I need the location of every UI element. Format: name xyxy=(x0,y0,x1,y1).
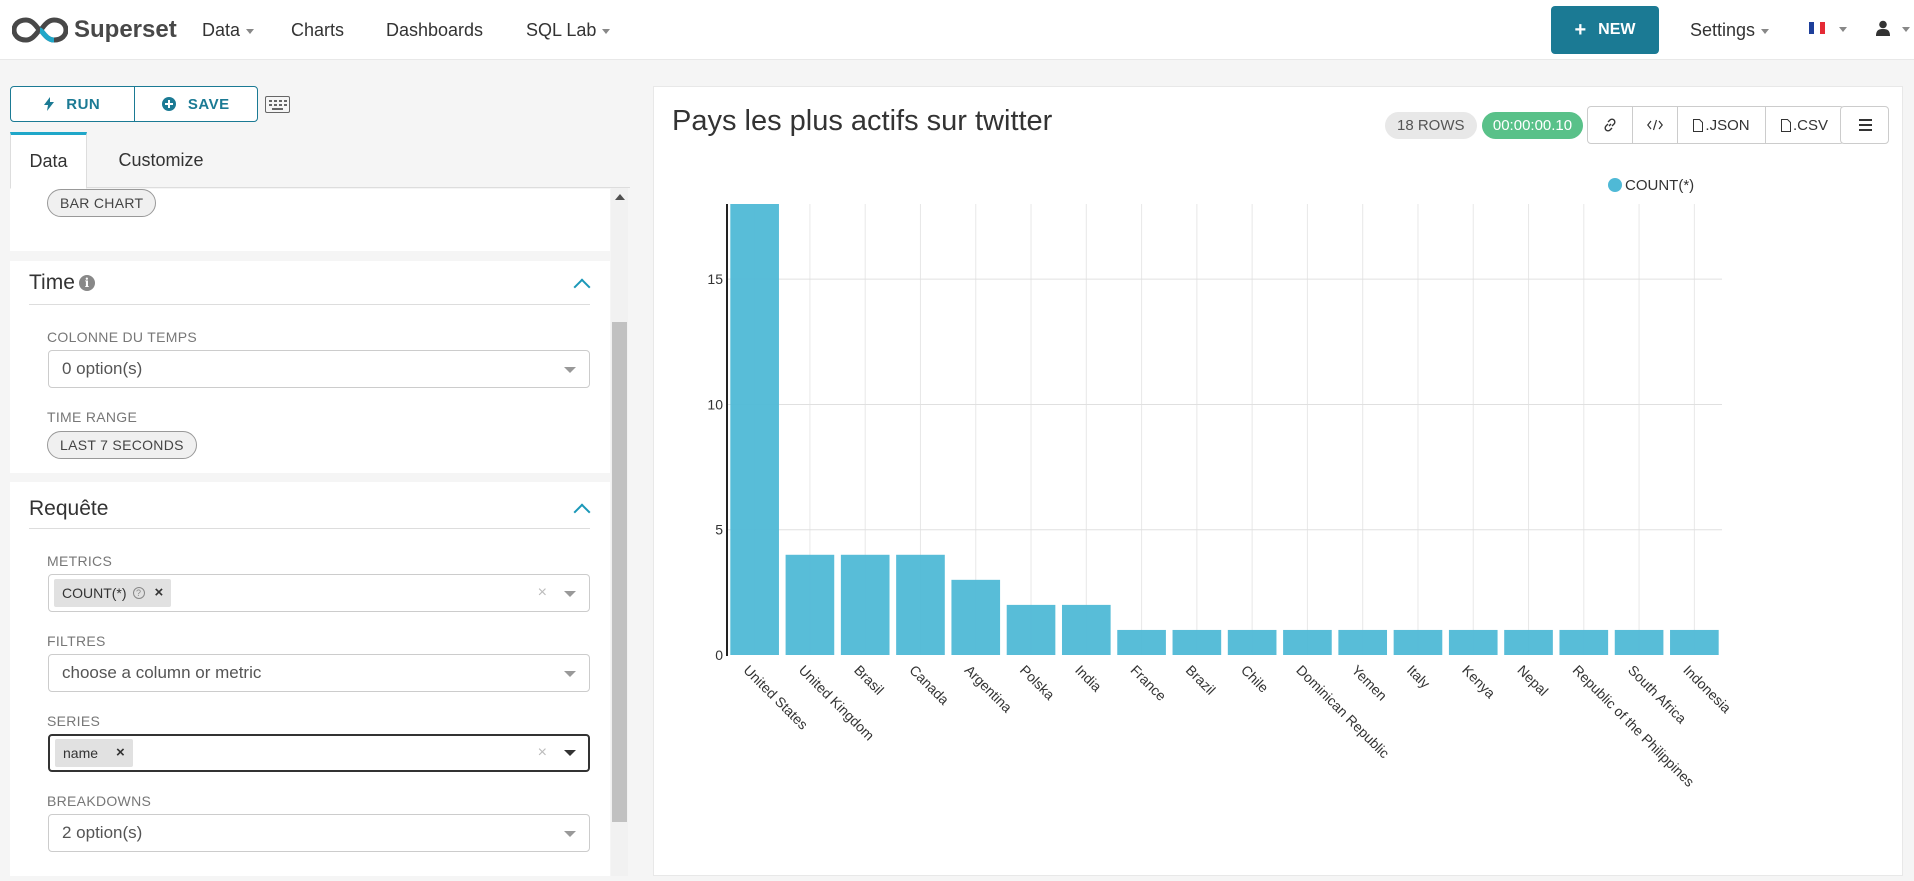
query-section: Requête METRICS COUNT(*) ? × × FILTRES c… xyxy=(10,482,610,876)
brand-name: Superset xyxy=(74,16,177,43)
chevron-down-icon xyxy=(564,367,576,373)
save-label: SAVE xyxy=(187,95,230,113)
filters-placeholder: choose a column or metric xyxy=(62,663,262,682)
run-save-group: RUN SAVE xyxy=(10,86,258,122)
scrollbar-thumb[interactable] xyxy=(612,322,627,822)
time-section-title: Time xyxy=(29,271,75,294)
superset-logo-icon xyxy=(12,17,68,43)
run-label: RUN xyxy=(66,95,101,113)
export-csv-button[interactable]: .CSV xyxy=(1765,107,1843,143)
time-column-select[interactable]: 0 option(s) xyxy=(48,350,590,388)
json-label: .JSON xyxy=(1705,116,1750,134)
chevron-up-icon[interactable] xyxy=(573,278,591,296)
info-icon[interactable]: i xyxy=(78,275,95,291)
panel-scrollbar[interactable] xyxy=(611,188,628,876)
chevron-down-icon xyxy=(564,750,576,756)
series-tag-label: name xyxy=(63,745,99,761)
nav-data-label: Data xyxy=(202,20,241,40)
plus-icon: + xyxy=(1574,18,1587,41)
settings-menu[interactable]: Settings xyxy=(1690,0,1770,60)
metrics-select[interactable]: COUNT(*) ? × × xyxy=(48,574,590,612)
metric-tag: COUNT(*) ? × xyxy=(54,579,172,607)
file-icon xyxy=(1693,118,1704,132)
settings-label: Settings xyxy=(1690,20,1756,40)
link-button[interactable] xyxy=(1588,107,1632,143)
user-icon[interactable] xyxy=(1876,20,1890,36)
filters-select[interactable]: choose a column or metric xyxy=(48,654,590,692)
clear-icon[interactable]: × xyxy=(538,575,547,611)
nav-charts[interactable]: Charts xyxy=(291,0,344,60)
tab-data[interactable]: Data xyxy=(10,132,87,189)
nav-dashboards[interactable]: Dashboards xyxy=(386,0,483,60)
chevron-down-icon xyxy=(564,671,576,677)
remove-tag-icon[interactable]: × xyxy=(155,579,164,607)
export-json-button[interactable]: .JSON xyxy=(1677,107,1765,143)
chart-container xyxy=(653,86,1903,876)
breakdowns-label: BREAKDOWNS xyxy=(47,793,152,809)
viz-type-panel: BAR CHART xyxy=(10,189,610,251)
chevron-down-icon xyxy=(564,831,576,837)
chevron-up-icon[interactable] xyxy=(573,503,591,521)
chevron-down-icon xyxy=(1761,28,1770,34)
chevron-down-icon xyxy=(564,591,576,597)
keyboard-icon[interactable] xyxy=(265,96,290,113)
file-icon xyxy=(1780,118,1791,132)
metrics-label: METRICS xyxy=(47,553,113,569)
embed-code-button[interactable] xyxy=(1632,107,1677,143)
viz-type-pill[interactable]: BAR CHART xyxy=(47,189,157,217)
nav-data-menu[interactable]: Data xyxy=(202,0,255,60)
section-divider xyxy=(29,528,590,529)
time-column-label: COLONNE DU TEMPS xyxy=(47,329,198,345)
time-column-value: 0 option(s) xyxy=(62,359,143,378)
chevron-down-icon xyxy=(246,28,255,34)
series-select[interactable]: name × × xyxy=(48,734,590,772)
time-section: Time i COLONNE DU TEMPS 0 option(s) TIME … xyxy=(10,261,610,473)
time-range-pill[interactable]: LAST 7 SECONDS xyxy=(47,431,197,459)
chevron-down-icon[interactable] xyxy=(1902,27,1910,32)
row-count-badge: 18 ROWS xyxy=(1385,112,1477,139)
panel-tabs: Data Customize xyxy=(10,132,630,189)
new-button-label: NEW xyxy=(1598,21,1636,38)
chevron-down-icon xyxy=(602,28,611,34)
query-section-title[interactable]: Requête xyxy=(29,497,108,521)
save-button[interactable]: SAVE xyxy=(133,87,258,121)
top-navbar: Superset Data Charts Dashboards SQL Lab … xyxy=(0,0,1914,60)
link-icon xyxy=(1604,118,1616,132)
bolt-icon xyxy=(44,97,55,111)
chevron-down-icon[interactable] xyxy=(1839,27,1847,32)
new-button[interactable]: + NEW xyxy=(1551,6,1659,54)
nav-dashboards-label: Dashboards xyxy=(386,20,484,40)
export-toolbar: .JSON .CSV xyxy=(1587,106,1844,144)
nav-sqllab-label: SQL Lab xyxy=(526,20,597,40)
csv-label: .CSV xyxy=(1792,116,1828,134)
metric-tag-label: COUNT(*) xyxy=(62,585,127,601)
time-range-label: TIME RANGE xyxy=(47,409,138,425)
query-time-badge: 00:00:00.10 xyxy=(1482,112,1583,139)
series-tag: name × xyxy=(55,739,133,767)
filters-label: FILTRES xyxy=(47,633,106,649)
chart-menu-button[interactable] xyxy=(1840,106,1889,144)
chart-title[interactable]: Pays les plus actifs sur twitter xyxy=(672,105,1052,138)
superset-logo[interactable]: Superset xyxy=(12,12,177,48)
remove-tag-icon[interactable]: × xyxy=(116,739,125,767)
breakdowns-value: 2 option(s) xyxy=(62,823,143,842)
scroll-up-icon[interactable] xyxy=(615,194,625,200)
run-button[interactable]: RUN xyxy=(11,87,134,121)
time-section-header[interactable]: Time i xyxy=(29,271,95,295)
question-icon[interactable]: ? xyxy=(132,587,145,599)
french-flag-icon[interactable] xyxy=(1809,22,1825,34)
clear-icon[interactable]: × xyxy=(538,736,547,770)
tab-customize[interactable]: Customize xyxy=(96,132,226,189)
section-divider xyxy=(29,304,590,305)
nav-charts-label: Charts xyxy=(291,20,345,40)
plus-circle-icon xyxy=(161,97,176,111)
nav-sqllab-menu[interactable]: SQL Lab xyxy=(526,0,611,60)
series-label: SERIES xyxy=(47,713,101,729)
breakdowns-select[interactable]: 2 option(s) xyxy=(48,814,590,852)
code-icon xyxy=(1647,119,1663,131)
